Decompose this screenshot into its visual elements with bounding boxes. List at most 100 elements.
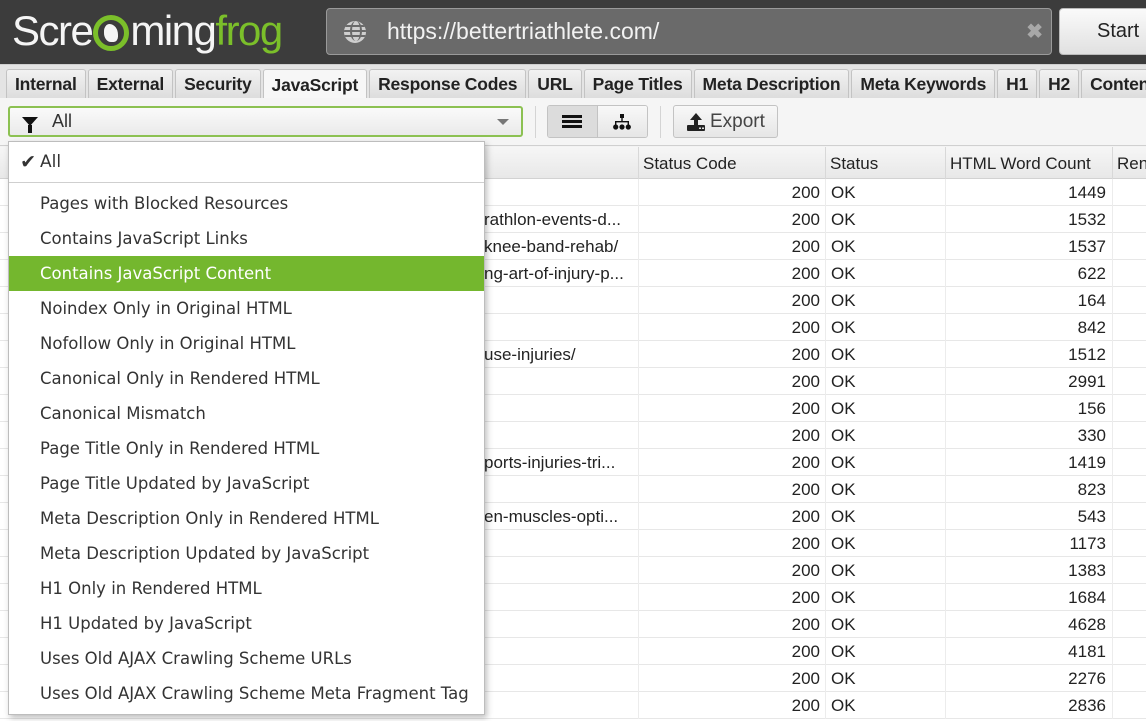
dropdown-item[interactable]: Uses Old AJAX Crawling Scheme Meta Fragm… bbox=[9, 676, 484, 711]
dropdown-item[interactable]: Page Title Only in Rendered HTML bbox=[9, 431, 484, 466]
cell-status: OK bbox=[826, 206, 946, 233]
cell-status-code: 200 bbox=[639, 503, 826, 530]
dropdown-item[interactable]: Meta Description Updated by JavaScript bbox=[9, 536, 484, 571]
column-header-html-word-count[interactable]: HTML Word Count bbox=[946, 147, 1113, 179]
cell-status: OK bbox=[826, 260, 946, 287]
divider bbox=[660, 106, 661, 138]
cell-rendered bbox=[1113, 422, 1146, 449]
export-button[interactable]: Export bbox=[673, 105, 778, 138]
dropdown-item[interactable]: H1 Updated by JavaScript bbox=[9, 606, 484, 641]
tab-meta-description[interactable]: Meta Description bbox=[693, 69, 850, 99]
filter-dropdown-menu: ✔ All Pages with Blocked Resources Contai… bbox=[8, 141, 485, 715]
cell-status: OK bbox=[826, 314, 946, 341]
column-header-rendered[interactable]: Ren bbox=[1113, 147, 1146, 179]
tab-javascript[interactable]: JavaScript bbox=[262, 69, 368, 100]
cell-status-code: 200 bbox=[639, 260, 826, 287]
dropdown-item[interactable]: Contains JavaScript Links bbox=[9, 221, 484, 256]
cell-rendered bbox=[1113, 287, 1146, 314]
cell-status-code: 200 bbox=[639, 557, 826, 584]
cell-rendered bbox=[1113, 503, 1146, 530]
filter-select[interactable]: All bbox=[8, 106, 523, 137]
cell-status: OK bbox=[826, 287, 946, 314]
cell-status: OK bbox=[826, 395, 946, 422]
cell-rendered bbox=[1113, 611, 1146, 638]
tab-bar: Internal External Security JavaScript Respon… bbox=[0, 64, 1146, 100]
cell-status: OK bbox=[826, 611, 946, 638]
column-header-status[interactable]: Status bbox=[826, 147, 946, 179]
cell-html-word-count: 4628 bbox=[946, 611, 1113, 638]
tab-response-codes[interactable]: Response Codes bbox=[369, 69, 527, 99]
cell-html-word-count: 2836 bbox=[946, 692, 1113, 719]
cell-rendered bbox=[1113, 314, 1146, 341]
start-button[interactable]: Start bbox=[1059, 8, 1146, 55]
close-icon[interactable]: ✖ bbox=[1026, 19, 1043, 44]
list-view-button[interactable] bbox=[548, 106, 598, 137]
dropdown-list: Pages with Blocked Resources Contains Jav… bbox=[9, 183, 484, 711]
dropdown-item-label: All bbox=[40, 152, 62, 172]
cell-status-code: 200 bbox=[639, 341, 826, 368]
filter-value: All bbox=[52, 111, 73, 131]
cell-status-code: 200 bbox=[639, 476, 826, 503]
dropdown-item[interactable]: Contains JavaScript Content bbox=[9, 256, 484, 291]
cell-status-code: 200 bbox=[639, 449, 826, 476]
cell-html-word-count: 543 bbox=[946, 503, 1113, 530]
tab-security[interactable]: Security bbox=[175, 69, 261, 99]
cell-html-word-count: 330 bbox=[946, 422, 1113, 449]
dropdown-item[interactable]: Noindex Only in Original HTML bbox=[9, 291, 484, 326]
cell-status-code: 200 bbox=[639, 287, 826, 314]
cell-status: OK bbox=[826, 476, 946, 503]
cell-rendered bbox=[1113, 638, 1146, 665]
cell-rendered bbox=[1113, 395, 1146, 422]
dropdown-item[interactable]: Nofollow Only in Original HTML bbox=[9, 326, 484, 361]
tab-url[interactable]: URL bbox=[528, 69, 582, 99]
tab-meta-keywords[interactable]: Meta Keywords bbox=[851, 69, 996, 99]
cell-rendered bbox=[1113, 341, 1146, 368]
dropdown-item[interactable]: Pages with Blocked Resources bbox=[9, 186, 484, 221]
column-header-status-code[interactable]: Status Code bbox=[639, 147, 826, 179]
cell-rendered bbox=[1113, 476, 1146, 503]
globe-icon bbox=[344, 20, 366, 43]
tab-h1[interactable]: H1 bbox=[997, 69, 1038, 99]
dropdown-item[interactable]: Canonical Mismatch bbox=[9, 396, 484, 431]
dropdown-item[interactable]: Page Title Updated by JavaScript bbox=[9, 466, 484, 501]
cell-html-word-count: 1537 bbox=[946, 233, 1113, 260]
dropdown-item-all[interactable]: ✔ All bbox=[9, 142, 484, 183]
dropdown-item[interactable]: Meta Description Only in Rendered HTML bbox=[9, 501, 484, 536]
tab-internal[interactable]: Internal bbox=[6, 69, 86, 99]
list-icon bbox=[562, 114, 583, 129]
cell-status: OK bbox=[826, 449, 946, 476]
tree-icon bbox=[613, 113, 632, 130]
dropdown-item[interactable]: Uses Old AJAX Crawling Scheme URLs bbox=[9, 641, 484, 676]
dropdown-item[interactable]: Canonical Only in Rendered HTML bbox=[9, 361, 484, 396]
cell-html-word-count: 842 bbox=[946, 314, 1113, 341]
cell-status: OK bbox=[826, 179, 946, 206]
dropdown-item[interactable]: H1 Only in Rendered HTML bbox=[9, 571, 484, 606]
cell-status-code: 200 bbox=[639, 638, 826, 665]
top-bar: Scremingfrog ✖ Start bbox=[0, 0, 1146, 64]
cell-status: OK bbox=[826, 665, 946, 692]
tab-content[interactable]: Content bbox=[1081, 69, 1146, 99]
url-input[interactable] bbox=[387, 18, 1027, 45]
cell-status-code: 200 bbox=[639, 233, 826, 260]
cell-html-word-count: 2991 bbox=[946, 368, 1113, 395]
cell-status: OK bbox=[826, 368, 946, 395]
cell-status-code: 200 bbox=[639, 692, 826, 719]
tab-h2[interactable]: H2 bbox=[1039, 69, 1080, 99]
tree-view-button[interactable] bbox=[597, 106, 647, 137]
cell-html-word-count: 164 bbox=[946, 287, 1113, 314]
cell-rendered bbox=[1113, 557, 1146, 584]
tab-external[interactable]: External bbox=[87, 69, 174, 99]
cell-html-word-count: 2276 bbox=[946, 665, 1113, 692]
export-label: Export bbox=[710, 110, 765, 132]
cell-status: OK bbox=[826, 422, 946, 449]
tab-page-titles[interactable]: Page Titles bbox=[583, 69, 692, 99]
cell-status: OK bbox=[826, 557, 946, 584]
cell-status-code: 200 bbox=[639, 368, 826, 395]
screaming-frog-logo: Scre ming frog bbox=[12, 7, 283, 54]
cell-status-code: 200 bbox=[639, 584, 826, 611]
cell-status-code: 200 bbox=[639, 530, 826, 557]
cell-status: OK bbox=[826, 233, 946, 260]
cell-status-code: 200 bbox=[639, 206, 826, 233]
cell-status-code: 200 bbox=[639, 395, 826, 422]
cell-status-code: 200 bbox=[639, 314, 826, 341]
